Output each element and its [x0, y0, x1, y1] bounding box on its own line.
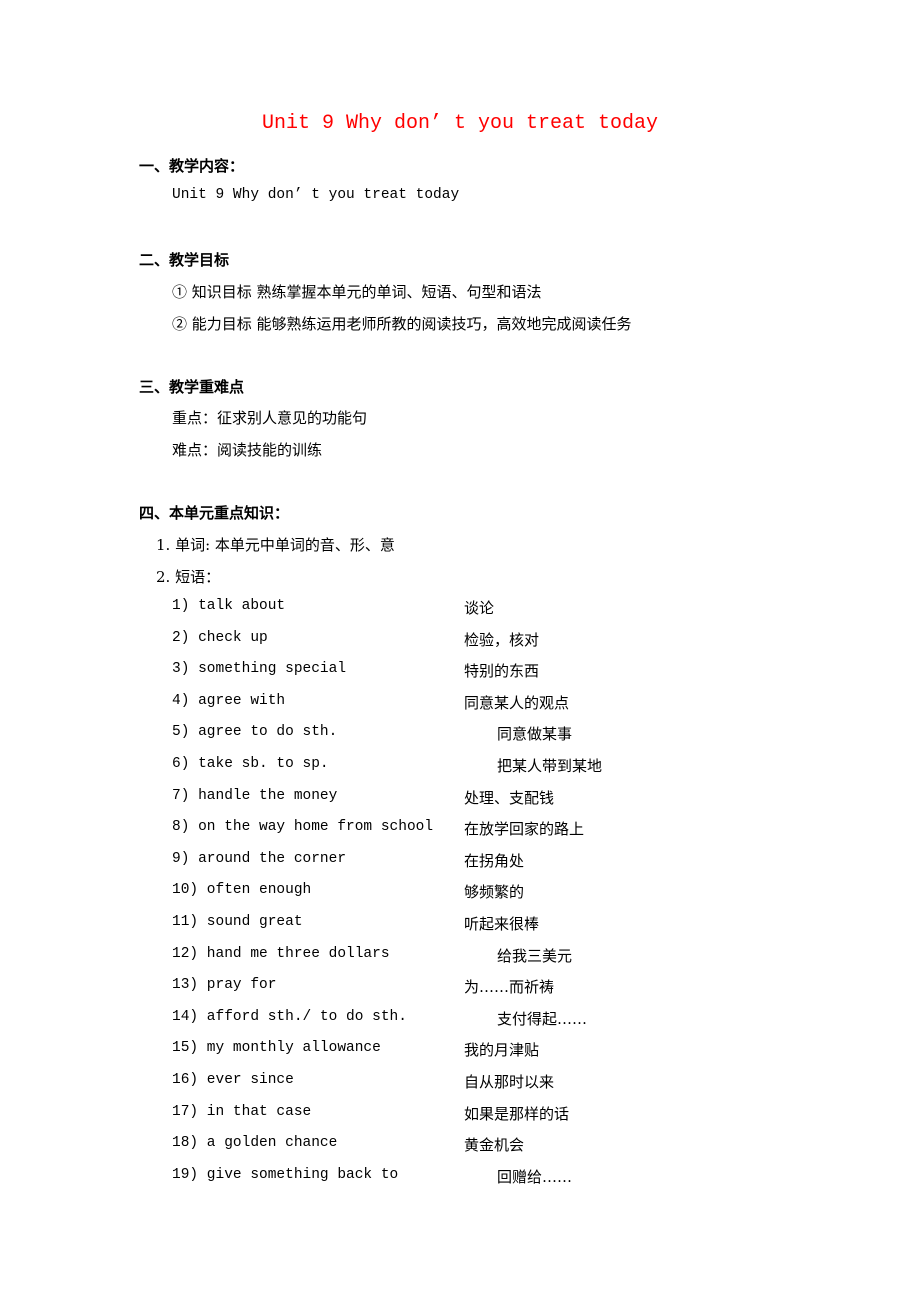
phrase-english: 12) hand me three dollars	[172, 946, 390, 962]
phrase-chinese: 同意某人的观点	[464, 694, 570, 712]
phrase-english: 4) agree with	[172, 693, 286, 709]
goal-item: ② 能力目标 能够熟练运用老师所教的阅读技巧，高效地完成阅读任务	[172, 315, 632, 333]
phrase-chinese: 我的月津贴	[464, 1041, 540, 1059]
phrase-english: 9) around the corner	[172, 851, 347, 867]
phrase-chinese: 黄金机会	[464, 1136, 525, 1154]
knowledge-item: 2. 短语：	[156, 568, 221, 586]
phrase-english: 19) give something back to	[172, 1167, 399, 1183]
phrase-english: 1) talk about	[172, 598, 286, 614]
phrase-chinese: 如果是那样的话	[464, 1105, 570, 1123]
phrase-chinese: 谈论	[464, 599, 495, 617]
phrase-chinese: 在拐角处	[464, 852, 525, 870]
phrase-english: 6) take sb. to sp.	[172, 756, 329, 772]
phrase-chinese: 把某人带到某地	[497, 757, 603, 775]
phrase-english: 18) a golden chance	[172, 1135, 338, 1151]
section-heading-key-points: 三、教学重难点	[139, 378, 245, 396]
section-heading-content: 一、教学内容：	[139, 157, 245, 175]
phrase-chinese: 给我三美元	[497, 947, 573, 965]
phrase-english: 11) sound great	[172, 914, 303, 930]
phrase-chinese: 处理、支配钱	[464, 789, 555, 807]
phrase-english: 17) in that case	[172, 1104, 312, 1120]
phrase-english: 5) agree to do sth.	[172, 724, 338, 740]
knowledge-item: 1. 单词: 本单元中单词的音、形、意	[156, 536, 395, 554]
phrase-english: 10) often enough	[172, 882, 312, 898]
phrase-chinese: 自从那时以来	[464, 1073, 555, 1091]
phrase-english: 3) something special	[172, 661, 347, 677]
phrase-chinese: 检验，核对	[464, 631, 540, 649]
phrase-english: 16) ever since	[172, 1072, 294, 1088]
phrase-english: 2) check up	[172, 630, 268, 646]
key-point-item: 重点：征求别人意见的功能句	[172, 409, 368, 427]
phrase-english: 8) on the way home from school	[172, 819, 434, 835]
phrase-english: 13) pray for	[172, 977, 277, 993]
phrase-chinese: 听起来很棒	[464, 915, 540, 933]
phrase-chinese: 在放学回家的路上	[464, 820, 585, 838]
phrase-chinese: 同意做某事	[497, 725, 573, 743]
goal-item: ① 知识目标 熟练掌握本单元的单词、短语、句型和语法	[172, 283, 542, 301]
key-point-item: 难点：阅读技能的训练	[172, 441, 323, 459]
phrase-chinese: 支付得起……	[497, 1010, 588, 1028]
phrase-chinese: 够频繁的	[464, 883, 525, 901]
phrase-chinese: 回赠给……	[497, 1168, 573, 1186]
phrase-english: 15) my monthly allowance	[172, 1040, 381, 1056]
section-heading-goals: 二、教学目标	[139, 251, 230, 269]
document-title: Unit 9 Why don’ t you treat today	[261, 112, 659, 135]
phrase-english: 14) afford sth./ to do sth.	[172, 1009, 407, 1025]
content-text: Unit 9 Why don’ t you treat today	[172, 187, 460, 203]
phrase-chinese: 特别的东西	[464, 662, 540, 680]
phrase-english: 7) handle the money	[172, 788, 338, 804]
section-heading-knowledge: 四、本单元重点知识：	[139, 504, 290, 522]
phrase-chinese: 为……而祈祷	[464, 978, 555, 996]
